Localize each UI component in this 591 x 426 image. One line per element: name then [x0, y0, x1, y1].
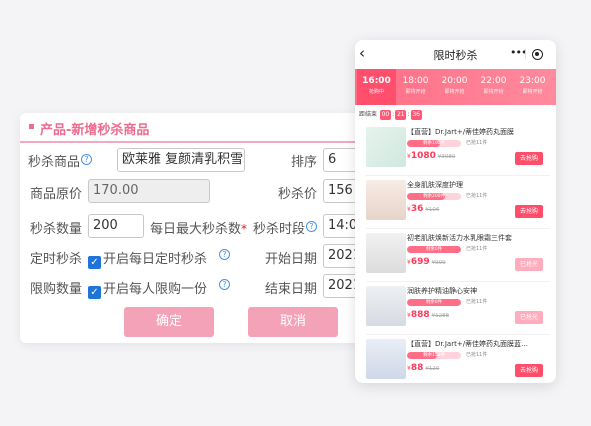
price: ¥699 ¥999: [407, 257, 446, 267]
stock-progress: 剩余100件: [407, 140, 461, 147]
product-image: [366, 180, 406, 220]
quantity-label: 秒杀数量: [30, 222, 83, 237]
tab-1600[interactable]: 16:00 抢购中: [357, 69, 396, 105]
seckill-price-label: 秒杀价: [278, 187, 318, 202]
more-icon[interactable]: •••: [510, 46, 527, 59]
list-item[interactable]: 初老肌肤焕新活力水乳眼霜三件套 剩余0件 已抢11件 ¥699 ¥999 已抢光: [355, 229, 556, 282]
product-image: [366, 233, 406, 273]
stock-progress: 剩余156件: [407, 352, 461, 359]
close-target-icon[interactable]: [532, 49, 543, 60]
product-label: 秒杀商品?: [28, 151, 93, 170]
sold-count: 已抢11件: [466, 352, 488, 358]
help-icon[interactable]: ?: [219, 279, 230, 290]
daily-max-label: 每日最大秒杀数*: [150, 222, 248, 237]
product-name: 【直营】Dr.Jart+/蒂佳婷药丸面膜: [407, 128, 515, 136]
product-name: 【直营】Dr.Jart+/蒂佳婷药丸面膜蓝…: [407, 340, 529, 348]
product-name: 初老肌肤焕新活力水乳眼霜三件套: [407, 234, 512, 242]
sold-count: 已抢11件: [466, 140, 488, 146]
limit-label: 限购数量: [30, 282, 83, 297]
price: ¥1080 ¥3080: [407, 151, 456, 161]
sold-count: 已抢11件: [466, 193, 488, 199]
period-label: 秒杀时段?: [253, 218, 318, 237]
buy-button[interactable]: 去抢购: [515, 152, 543, 165]
start-date-label: 开始日期: [265, 252, 318, 267]
original-price-input: 170.00: [88, 179, 210, 203]
confirm-button[interactable]: 确定: [124, 307, 214, 337]
product-name: 全身肌肤深度护理: [407, 181, 463, 189]
end-date-label: 结束日期: [265, 282, 318, 297]
original-price-label: 商品原价: [30, 187, 83, 202]
price: ¥888 ¥1288: [407, 310, 450, 320]
capsule-divider: [525, 49, 526, 59]
timed-checkbox[interactable]: ✓ 开启每日定时秒杀: [88, 248, 207, 269]
sold-out-button[interactable]: 已抢光: [515, 258, 543, 271]
price: ¥36 ¥106: [407, 204, 440, 214]
tab-2300[interactable]: 23:00 即将开抢: [513, 69, 552, 105]
product-image: [366, 339, 406, 379]
help-icon[interactable]: ?: [81, 154, 93, 165]
list-item[interactable]: 【直营】Dr.Jart+/蒂佳婷药丸面膜蓝… 剩余156件 已抢11件 ¥88 ¥…: [355, 335, 556, 383]
product-image: [366, 286, 406, 326]
required-mark: *: [241, 222, 248, 236]
product-input[interactable]: 欧莱雅 复颜清乳积雪草柔: [117, 148, 245, 172]
buy-button[interactable]: 去抢购: [515, 364, 543, 377]
list-item[interactable]: 润肤养护精油静心安神 剩余0件 已抢11件 ¥888 ¥1288 已抢光: [355, 282, 556, 335]
countdown-seconds: 36: [410, 110, 422, 120]
stock-progress: 剩余0件: [407, 246, 461, 253]
title-marker: [29, 124, 34, 129]
list-item[interactable]: 【直营】Dr.Jart+/蒂佳婷药丸面膜 剩余100件 已抢11件 ¥1080 ¥…: [355, 123, 556, 176]
countdown-hours: 00: [379, 110, 391, 120]
help-icon[interactable]: ?: [219, 249, 230, 260]
price: ¥88 ¥120: [407, 363, 440, 373]
stock-progress: 剩余200件: [407, 193, 461, 200]
nav-bar: ‹ 限时秒杀 •••: [355, 40, 556, 68]
add-seckill-form: 产品-新增秒杀商品 秒杀商品? 欧莱雅 复颜清乳积雪草柔 排序 6 商品原价 1…: [20, 113, 390, 343]
limit-checkbox[interactable]: ✓ 开启每人限购一份: [88, 278, 207, 299]
mobile-preview: ‹ 限时秒杀 ••• 16:00 抢购中 18:00 即将开抢 20:00 即将开抢 …: [355, 40, 556, 383]
sold-out-button[interactable]: 已抢光: [515, 311, 543, 324]
time-tabs: 16:00 抢购中 18:00 即将开抢 20:00 即将开抢 22:00 即将开抢 2…: [355, 69, 556, 105]
tab-1800[interactable]: 18:00 即将开抢: [396, 69, 435, 105]
list-item[interactable]: 全身肌肤深度护理 剩余200件 已抢11件 ¥36 ¥106 去抢购: [355, 176, 556, 229]
tab-2200[interactable]: 22:00 即将开抢: [474, 69, 513, 105]
timed-label: 定时秒杀: [30, 252, 83, 267]
countdown-label: 距结束: [359, 111, 378, 118]
quantity-input[interactable]: 200: [88, 214, 144, 238]
sold-count: 已抢11件: [466, 299, 488, 305]
checkbox-checked-icon[interactable]: ✓: [88, 286, 101, 299]
tab-2000[interactable]: 20:00 即将开抢: [435, 69, 474, 105]
help-icon[interactable]: ?: [306, 221, 318, 232]
countdown: 距结束 00:21:36: [359, 110, 422, 120]
cancel-button[interactable]: 取消: [248, 307, 338, 337]
form-title: 产品-新增秒杀商品: [40, 123, 150, 138]
countdown-minutes: 21: [395, 110, 407, 120]
product-image: [366, 127, 406, 167]
sold-count: 已抢11件: [466, 246, 488, 252]
buy-button[interactable]: 去抢购: [515, 205, 543, 218]
product-name: 润肤养护精油静心安神: [407, 287, 477, 295]
sort-label: 排序: [291, 155, 318, 170]
checkbox-checked-icon[interactable]: ✓: [88, 256, 101, 269]
stock-progress: 剩余0件: [407, 299, 461, 306]
form-header: 产品-新增秒杀商品: [20, 113, 390, 143]
